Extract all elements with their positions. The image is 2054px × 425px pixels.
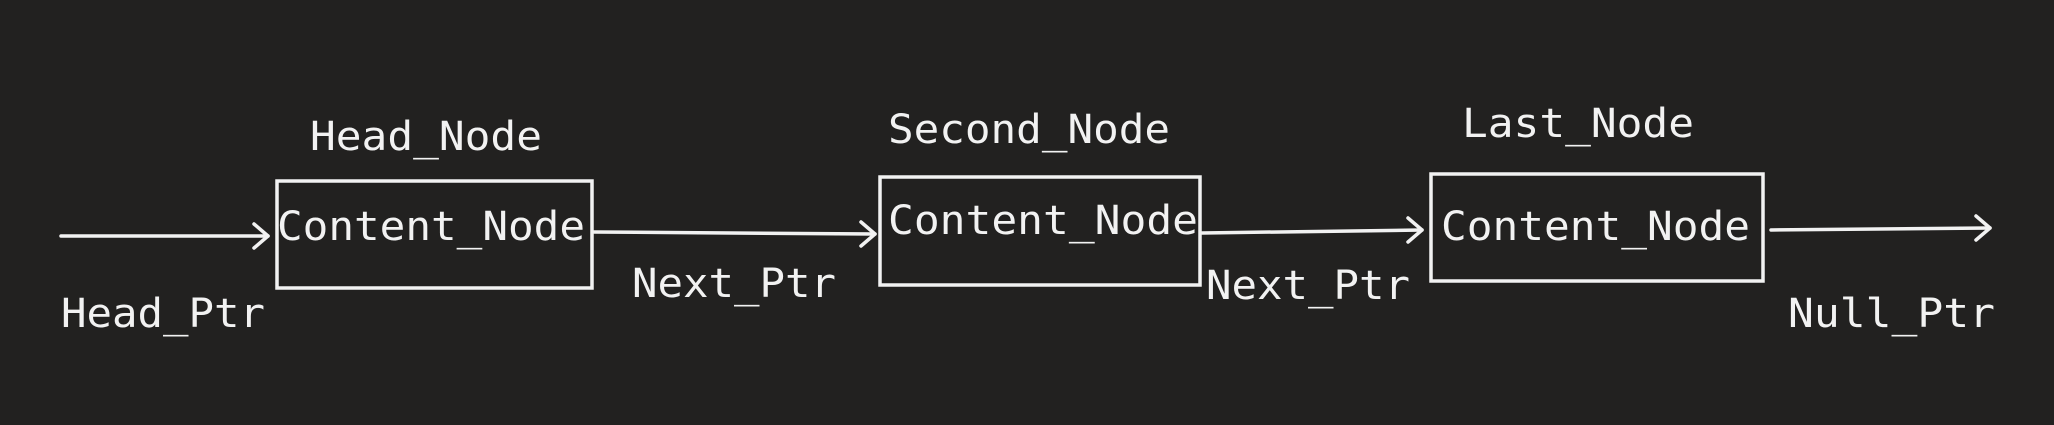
next-ptr-label-2: Next_Ptr bbox=[1206, 263, 1410, 309]
null-ptr-arrow bbox=[1769, 214, 1992, 242]
next-ptr-label-1: Next_Ptr bbox=[632, 261, 836, 307]
null-ptr-label: Null_Ptr bbox=[1788, 291, 1995, 337]
next-ptr-arrow-1 bbox=[592, 220, 877, 248]
second-node-title: Second_Node bbox=[888, 107, 1170, 153]
next-ptr-arrow-2 bbox=[1200, 216, 1424, 244]
last-node-content: Content_Node bbox=[1441, 204, 1750, 250]
linked-list-diagram: Head_Ptr Head_Node Content_Node Next_Ptr… bbox=[59, 101, 1995, 337]
head-ptr-arrow bbox=[59, 222, 270, 250]
head-ptr-label: Head_Ptr bbox=[61, 291, 265, 337]
head-node-title: Head_Node bbox=[310, 114, 542, 160]
last-node-title: Last_Node bbox=[1462, 101, 1694, 147]
second-node-content: Content_Node bbox=[888, 198, 1198, 244]
head-node-content: Content_Node bbox=[277, 204, 585, 250]
